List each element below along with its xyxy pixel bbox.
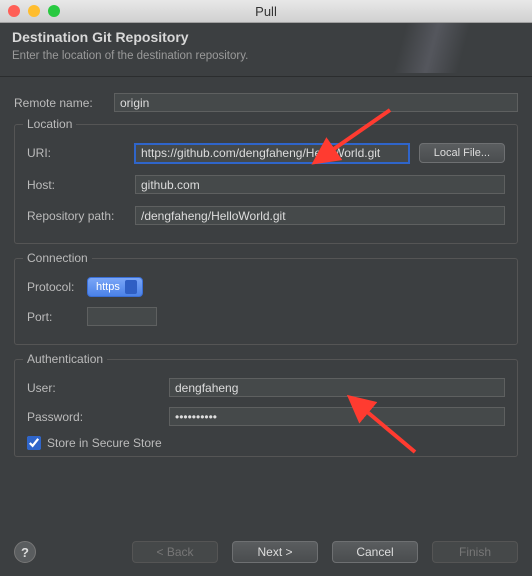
titlebar: Pull: [0, 0, 532, 23]
page-subtitle: Enter the location of the destination re…: [12, 50, 520, 62]
store-label: Store in Secure Store: [47, 436, 162, 450]
next-button[interactable]: Next >: [232, 541, 318, 563]
password-input[interactable]: [169, 407, 505, 426]
user-input[interactable]: [169, 378, 505, 397]
password-label: Password:: [27, 410, 169, 424]
protocol-row: Protocol: https ▴▾: [27, 277, 505, 297]
uri-label: URI:: [27, 146, 135, 160]
cancel-button[interactable]: Cancel: [332, 541, 418, 563]
window-controls: [8, 5, 60, 17]
protocol-select-wrap: https ▴▾: [87, 277, 143, 297]
connection-legend: Connection: [23, 251, 92, 265]
port-input[interactable]: [87, 307, 157, 326]
user-row: User:: [27, 378, 505, 397]
repopath-input[interactable]: [135, 206, 505, 225]
auth-legend: Authentication: [23, 352, 107, 366]
store-checkbox[interactable]: [27, 436, 41, 450]
maximize-icon[interactable]: [48, 5, 60, 17]
protocol-label: Protocol:: [27, 280, 87, 294]
help-icon[interactable]: ?: [14, 541, 36, 563]
connection-group: Connection Protocol: https ▴▾ Port:: [14, 258, 518, 345]
store-row: Store in Secure Store: [27, 436, 505, 450]
repopath-row: Repository path:: [27, 206, 505, 225]
page-title: Destination Git Repository: [12, 29, 520, 45]
protocol-select[interactable]: https: [87, 277, 143, 297]
close-icon[interactable]: [8, 5, 20, 17]
password-row: Password:: [27, 407, 505, 426]
port-row: Port:: [27, 307, 505, 326]
uri-input[interactable]: [135, 144, 409, 163]
remote-name-row: Remote name:: [14, 93, 518, 112]
chevron-updown-icon: ▴▾: [127, 283, 135, 291]
location-group: Location URI: Local File... Host: Reposi…: [14, 124, 518, 244]
finish-button: Finish: [432, 541, 518, 563]
location-legend: Location: [23, 117, 76, 131]
uri-row: URI: Local File...: [27, 143, 505, 163]
wizard-content: Remote name: Location URI: Local File...…: [0, 77, 532, 457]
host-row: Host:: [27, 175, 505, 194]
remote-name-input[interactable]: [114, 93, 518, 112]
repopath-label: Repository path:: [27, 209, 135, 223]
user-label: User:: [27, 381, 169, 395]
auth-group: Authentication User: Password: Store in …: [14, 359, 518, 457]
minimize-icon[interactable]: [28, 5, 40, 17]
host-label: Host:: [27, 178, 135, 192]
port-label: Port:: [27, 310, 87, 324]
remote-name-label: Remote name:: [14, 96, 114, 110]
back-button: < Back: [132, 541, 218, 563]
local-file-button[interactable]: Local File...: [419, 143, 505, 163]
wizard-header: Destination Git Repository Enter the loc…: [0, 23, 532, 77]
host-input[interactable]: [135, 175, 505, 194]
wizard-button-bar: ? < Back Next > Cancel Finish: [0, 528, 532, 576]
window-title: Pull: [0, 4, 532, 19]
